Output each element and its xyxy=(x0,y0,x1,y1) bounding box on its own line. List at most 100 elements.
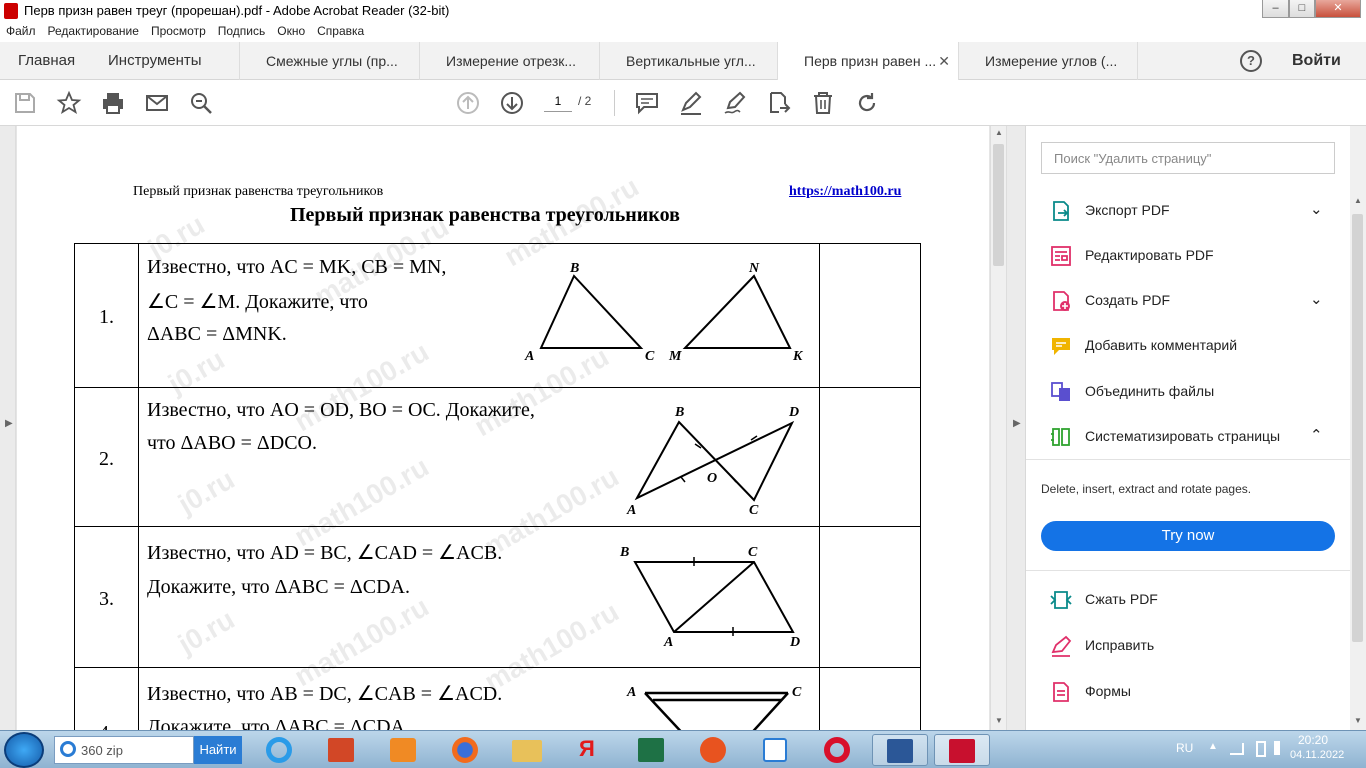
vertex-label: A xyxy=(626,685,636,700)
help-icon[interactable]: ? xyxy=(1240,50,1262,72)
print-icon[interactable] xyxy=(100,90,126,116)
scroll-down-arrow-icon[interactable]: ▼ xyxy=(995,716,1003,725)
chevron-up-icon[interactable]: ⌃ xyxy=(1310,426,1323,444)
left-panel-toggle[interactable]: ▶ xyxy=(0,126,16,730)
search-submit-button[interactable]: Найти xyxy=(194,736,242,764)
opera-icon[interactable] xyxy=(810,734,866,766)
tool-edit-pdf[interactable]: Редактировать PDF xyxy=(1026,234,1351,278)
close-window-button[interactable]: ✕ xyxy=(1315,0,1361,18)
clock-time[interactable]: 20:20 xyxy=(1298,733,1328,747)
nav-tools[interactable]: Инструменты xyxy=(108,42,202,80)
tool-create-pdf[interactable]: Создать PDF ⌄ xyxy=(1026,279,1351,323)
save-icon[interactable] xyxy=(12,90,38,116)
volume-icon[interactable] xyxy=(1274,741,1288,755)
tool-label: Добавить комментарий xyxy=(1085,337,1238,353)
row-number: 4. xyxy=(74,722,139,730)
tool-add-comment[interactable]: Добавить комментарий xyxy=(1026,324,1351,368)
header-link[interactable]: https://math100.ru xyxy=(789,184,901,200)
rotate-icon[interactable] xyxy=(854,90,880,116)
file-explorer-icon[interactable] xyxy=(500,734,556,766)
add-comment-icon xyxy=(1052,338,1070,355)
vertex-label: B xyxy=(619,545,629,560)
tool-export-pdf[interactable]: Экспорт PDF ⌄ xyxy=(1026,189,1351,233)
tab-document[interactable]: Смежные углы (пр... xyxy=(239,42,419,80)
network-icon[interactable] xyxy=(1230,743,1244,755)
scroll-up-arrow-icon[interactable]: ▲ xyxy=(1354,196,1362,205)
next-page-icon[interactable] xyxy=(499,90,525,116)
show-hidden-icons-icon[interactable]: ▲ xyxy=(1208,741,1218,752)
sign-in-button[interactable]: Войти xyxy=(1292,52,1341,70)
vertex-label: A xyxy=(663,635,673,650)
problem-text: Известно, что AB = DC, ∠CAB = ∠ACD. xyxy=(147,683,503,705)
try-now-button[interactable]: Try now xyxy=(1041,521,1335,551)
acrobat-taskbar-icon[interactable] xyxy=(934,734,990,766)
tab-document[interactable]: Вертикальные угл... xyxy=(599,42,777,80)
export-pdf-icon xyxy=(1053,201,1069,221)
media-player-icon[interactable] xyxy=(376,734,432,766)
delete-icon[interactable] xyxy=(810,90,836,116)
highlight-pen-icon[interactable] xyxy=(678,90,704,116)
panel-scrollbar-thumb[interactable] xyxy=(1352,214,1363,642)
chevron-down-icon[interactable]: ⌄ xyxy=(1310,200,1323,218)
sign-icon[interactable] xyxy=(722,90,748,116)
bookmark-star-icon[interactable] xyxy=(56,90,82,116)
problem-text: Докажите, что ΔABC = ΔCDA. xyxy=(147,576,410,598)
tool-search-input[interactable]: Поиск "Удалить страницу" xyxy=(1041,142,1335,174)
disk-tool-icon[interactable] xyxy=(748,734,804,766)
tool-compress-pdf[interactable]: Сжать PDF xyxy=(1026,578,1351,622)
email-icon[interactable] xyxy=(144,90,170,116)
media-app-icon[interactable] xyxy=(686,734,742,766)
battery-icon[interactable] xyxy=(1256,741,1266,757)
tool-fix[interactable]: Исправить xyxy=(1026,624,1351,668)
nav-home[interactable]: Главная xyxy=(18,42,75,80)
comment-icon[interactable] xyxy=(634,90,660,116)
zoom-icon[interactable] xyxy=(188,90,214,116)
chevron-down-icon[interactable]: ⌄ xyxy=(1310,290,1323,308)
panel-scrollbar[interactable]: ▲ ▼ xyxy=(1350,126,1366,730)
previous-page-icon[interactable] xyxy=(455,90,481,116)
send-document-icon[interactable] xyxy=(766,90,792,116)
start-button[interactable] xyxy=(4,732,44,768)
tool-organize-pages[interactable]: Систематизировать страницы ⌃ xyxy=(1026,415,1351,459)
close-tab-icon[interactable]: ✕ xyxy=(938,42,950,80)
tab-document[interactable]: Измерение отрезк... xyxy=(419,42,599,80)
clock-date[interactable]: 04.11.2022 xyxy=(1290,749,1344,761)
acrobat-app-icon xyxy=(4,3,18,19)
page-number-input[interactable] xyxy=(544,90,572,112)
tool-forms[interactable]: Формы xyxy=(1026,670,1351,714)
internet-explorer-icon[interactable] xyxy=(252,734,308,766)
word-icon[interactable] xyxy=(872,734,928,766)
firefox-icon[interactable] xyxy=(438,734,494,766)
scroll-down-arrow-icon[interactable]: ▼ xyxy=(1354,716,1362,725)
taskbar-search[interactable]: 360 zip xyxy=(54,736,194,764)
tool-label: Сжать PDF xyxy=(1085,591,1158,607)
tab-document[interactable]: Измерение углов (... xyxy=(958,42,1138,80)
compress-pdf-icon xyxy=(1050,591,1072,609)
excel-icon[interactable] xyxy=(624,734,680,766)
vertex-label: C xyxy=(645,349,655,364)
scrollbar-thumb[interactable] xyxy=(993,144,1004,266)
row-number: 1. xyxy=(99,306,114,328)
language-indicator[interactable]: RU xyxy=(1176,741,1193,755)
tab-label: Вертикальные угл... xyxy=(626,53,756,69)
tool-combine-files[interactable]: Объединить файлы xyxy=(1026,370,1351,414)
menu-file[interactable]: Файл xyxy=(0,22,42,38)
combine-files-icon xyxy=(1051,382,1070,401)
yandex-browser-icon[interactable]: Я xyxy=(562,734,618,766)
vertex-label: D xyxy=(789,635,800,650)
menu-view[interactable]: Просмотр xyxy=(145,22,212,38)
collapse-right-icon[interactable]: ▶ xyxy=(1013,418,1021,429)
right-panel-toggle[interactable]: ▶ xyxy=(1006,126,1025,730)
expand-left-icon[interactable]: ▶ xyxy=(5,418,13,429)
minimize-button[interactable]: – xyxy=(1262,0,1289,18)
scroll-up-arrow-icon[interactable]: ▲ xyxy=(995,128,1003,137)
menu-sign[interactable]: Подпись xyxy=(212,22,272,38)
table-row-line xyxy=(74,387,921,388)
menu-window[interactable]: Окно xyxy=(271,22,311,38)
menu-help[interactable]: Справка xyxy=(311,22,370,38)
menu-edit[interactable]: Редактирование xyxy=(42,22,145,38)
powerpoint-icon[interactable] xyxy=(314,734,370,766)
tab-document-active[interactable]: Перв призн равен ... ✕ xyxy=(777,42,958,81)
maximize-button[interactable]: □ xyxy=(1289,0,1315,18)
document-scrollbar[interactable]: ▲ ▼ xyxy=(990,126,1006,730)
